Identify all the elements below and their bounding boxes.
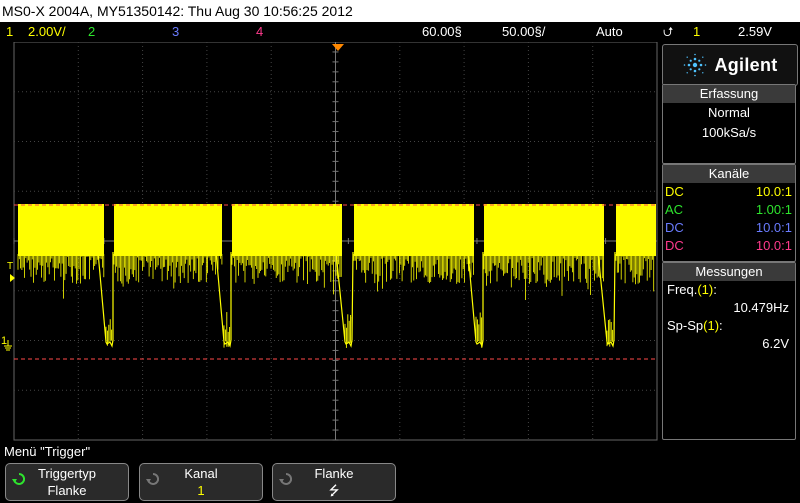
- agilent-logo-text: Agilent: [714, 54, 778, 75]
- messungen-section[interactable]: Messungen Freq.(1): 10.479Hz Sp-Sp(1): 6…: [662, 262, 796, 440]
- erfassung-header: Erfassung: [663, 85, 795, 103]
- channel-probe-ratio: 10.0:1: [755, 220, 792, 235]
- sample-rate: 100kSa/s: [701, 125, 757, 140]
- ch1-number[interactable]: 1: [6, 22, 13, 42]
- agilent-spark-icon: [684, 53, 707, 77]
- channel-row[interactable]: DC 10.0:1: [663, 219, 795, 237]
- waveform-display[interactable]: T 1: [0, 41, 660, 442]
- waveform-graticule: T 1: [0, 41, 660, 442]
- softkey-flanke[interactable]: Flanke ⭍: [272, 463, 396, 501]
- trigger-level[interactable]: 2.59V: [738, 22, 772, 42]
- menu-title: Menü "Trigger": [4, 444, 91, 459]
- channel-row[interactable]: DC 10.0:1: [663, 237, 795, 255]
- freq-measurement-value: 10.479Hz: [733, 300, 789, 315]
- agilent-logo: Agilent: [662, 44, 798, 86]
- rotate-knob-icon: [12, 472, 26, 485]
- right-info-panel: Agilent Erfassung Normal 100kSa/s Kanäle…: [660, 42, 800, 442]
- trigger-edge-icon: ⮍: [663, 24, 674, 39]
- channel-probe-ratio: 1.00:1: [755, 202, 792, 217]
- channel-probe-ratio: 10.0:1: [755, 184, 792, 199]
- kanaele-header: Kanäle: [663, 165, 795, 183]
- channel-probe-ratio: 10.0:1: [755, 238, 792, 253]
- freq-measurement-label: Freq.(1):: [667, 282, 717, 297]
- rotate-knob-icon: [146, 472, 160, 485]
- pp-measurement-value: 6.2V: [762, 336, 789, 351]
- trigger-mode[interactable]: Auto: [596, 22, 623, 42]
- channel-coupling: DC: [665, 220, 684, 235]
- ch4-number[interactable]: 4: [256, 22, 263, 42]
- channel-row[interactable]: DC 10.0:1: [663, 183, 795, 201]
- pp-measurement-label: Sp-Sp(1):: [667, 318, 723, 333]
- channel-coupling: AC: [665, 202, 684, 217]
- softkey-kanal[interactable]: Kanal 1: [139, 463, 263, 501]
- channel-coupling: DC: [665, 238, 684, 253]
- kanaele-section[interactable]: Kanäle DC 10.0:1 AC 1.00:1 DC 10.0:1 DC 10.0:1: [662, 164, 796, 262]
- trigger-level-marker[interactable]: T: [7, 261, 13, 272]
- erfassung-section[interactable]: Erfassung Normal 100kSa/s: [662, 84, 796, 164]
- window-title: MS0-X 2004A, MY51350142: Thu Aug 30 10:5…: [0, 0, 800, 22]
- ground-level-marker[interactable]: 1: [1, 335, 7, 347]
- trigger-channel[interactable]: 1: [693, 22, 700, 42]
- scope-status-bar: 1 2.00V/ 2 3 4 60.00§ 50.00§/ Auto ⮍ 1 2…: [0, 22, 800, 42]
- channel-coupling: DC: [665, 184, 684, 199]
- messungen-header: Messungen: [663, 263, 795, 281]
- channel-row[interactable]: AC 1.00:1: [663, 201, 795, 219]
- softkey-triggertyp[interactable]: Triggertyp Flanke: [5, 463, 129, 501]
- ch2-number[interactable]: 2: [88, 22, 95, 42]
- acquisition-mode: Normal: [708, 105, 750, 120]
- time-scale[interactable]: 50.00§/: [502, 22, 545, 42]
- time-position[interactable]: 60.00§: [422, 22, 462, 42]
- rotate-knob-icon: [279, 472, 293, 485]
- ch3-number[interactable]: 3: [172, 22, 179, 42]
- channel-list: DC 10.0:1 AC 1.00:1 DC 10.0:1 DC 10.0:1: [663, 183, 795, 255]
- ch1-scale[interactable]: 2.00V/: [28, 22, 66, 42]
